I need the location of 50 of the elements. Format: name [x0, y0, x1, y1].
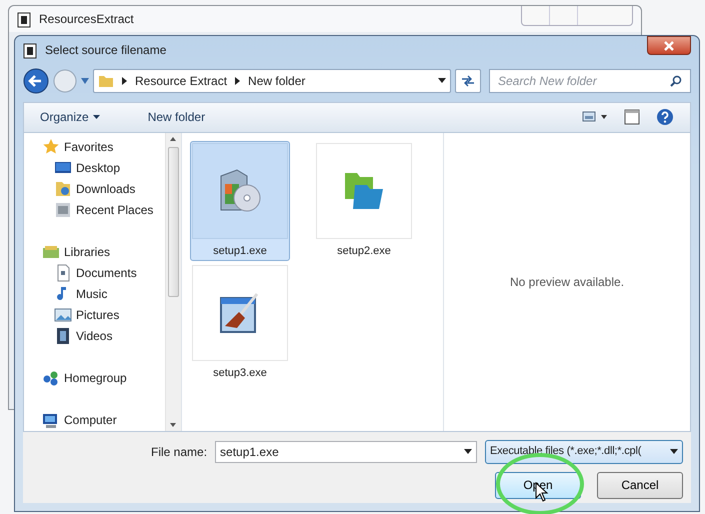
organize-menu[interactable]: Organize: [40, 108, 100, 126]
address-bar[interactable]: Resource Extract New folder: [93, 68, 451, 93]
nav-item[interactable]: Computer: [24, 410, 165, 431]
folder-icon: [54, 180, 72, 198]
app-icon: [23, 42, 37, 59]
nav-item[interactable]: Libraries: [24, 242, 165, 263]
breadcrumb-item[interactable]: New folder: [248, 72, 306, 90]
file-item[interactable]: setup1.exe: [190, 140, 290, 262]
dropdown-arrow-icon[interactable]: [670, 449, 678, 454]
nav-item[interactable]: Pictures: [24, 304, 165, 326]
app-icon: [17, 12, 31, 28]
search-icon: [670, 74, 682, 87]
refresh-button[interactable]: [455, 68, 481, 93]
nav-item[interactable]: Desktop: [24, 158, 165, 179]
nav-item[interactable]: Favorites: [24, 136, 165, 158]
file-type-dropdown[interactable]: Executable files (*.exe;*.dll;*.cpl(: [485, 440, 683, 464]
file-name-field[interactable]: setup1.exe: [215, 440, 478, 463]
breadcrumb-item[interactable]: Resource Extract: [135, 72, 228, 90]
close-button[interactable]: [647, 36, 691, 55]
refresh-icon: [460, 74, 476, 87]
cancel-button[interactable]: Cancel: [597, 472, 683, 499]
nav-item[interactable]: Music: [24, 284, 165, 305]
caret-icon: [92, 115, 100, 120]
history-dropdown-icon[interactable]: [81, 78, 89, 84]
nav-item[interactable]: Homegroup: [24, 368, 165, 389]
close-icon: [664, 40, 674, 50]
nav-item[interactable]: Recent Places: [24, 200, 165, 221]
back-button[interactable]: [23, 68, 49, 94]
window-title: ResourcesExtract: [39, 11, 134, 28]
computer-icon: [42, 411, 60, 430]
view-options-icon[interactable]: [582, 111, 608, 124]
picture-icon: [54, 306, 72, 324]
nav-item[interactable]: Documents: [24, 262, 165, 284]
toolbar-button[interactable]: New folder: [148, 108, 206, 126]
preview-pane-icon[interactable]: [624, 109, 640, 126]
nav-item[interactable]: Videos: [24, 326, 165, 347]
nav-item[interactable]: Downloads: [24, 178, 165, 200]
chevron-icon: [235, 76, 240, 85]
chevron-icon: [122, 76, 127, 85]
dialog-title: Select source filename: [45, 42, 166, 59]
file-name-label: File name:: [151, 444, 208, 461]
homegroup-icon: [42, 369, 60, 388]
help-icon[interactable]: [656, 108, 674, 126]
preview-message: No preview available.: [510, 274, 624, 291]
star-icon: [42, 138, 60, 156]
film-icon: [54, 327, 72, 346]
dropdown-arrow-icon[interactable]: [438, 78, 446, 84]
dropdown-arrow-icon[interactable]: [464, 449, 472, 454]
scrollbar[interactable]: [165, 132, 181, 431]
places-icon: [54, 201, 72, 220]
